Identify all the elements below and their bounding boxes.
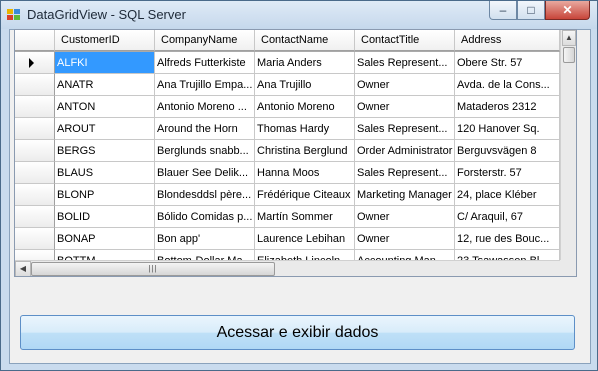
table-row[interactable]: BLAUS Blauer See Delik... Hanna Moos Sales … [15,162,560,184]
window-title: DataGridView - SQL Server [27,7,186,22]
load-data-button[interactable]: Acessar e exibir dados [20,315,575,350]
column-header-address[interactable]: Address [455,30,560,51]
column-header-companyname[interactable]: CompanyName [155,30,255,51]
window-controls: – □ ✕ [489,1,590,20]
cell-customerid[interactable]: BOLID [55,206,155,228]
cell-companyname[interactable]: Blauer See Delik... [155,162,255,184]
cell-contactname[interactable]: Antonio Moreno [255,96,355,118]
row-header[interactable] [15,184,55,206]
column-header-row: CustomerID CompanyName ContactName Conta… [15,30,560,52]
cell-contactname[interactable]: Thomas Hardy [255,118,355,140]
vertical-scroll-thumb[interactable] [563,47,575,63]
row-header[interactable] [15,52,55,74]
cell-contacttitle[interactable]: Sales Represent... [355,162,455,184]
vertical-scrollbar[interactable]: ▲ [560,30,576,262]
column-header-contacttitle[interactable]: ContactTitle [355,30,455,51]
title-bar[interactable]: DataGridView - SQL Server – □ ✕ [1,1,597,29]
cell-address[interactable]: C/ Araquil, 67 [455,206,560,228]
scrollbar-corner [560,260,576,276]
table-row[interactable]: ANTON Antonio Moreno ... Antonio Moreno Own… [15,96,560,118]
table-row[interactable]: BONAP Bon app' Laurence Lebihan Owner 12, ru… [15,228,560,250]
cell-address[interactable]: Forsterstr. 57 [455,162,560,184]
cell-address[interactable]: 24, place Kléber [455,184,560,206]
minimize-button[interactable]: – [489,1,517,20]
cell-companyname[interactable]: Blondesddsl père... [155,184,255,206]
cell-companyname[interactable]: Alfreds Futterkiste [155,52,255,74]
current-row-arrow-icon [29,58,34,68]
cell-companyname[interactable]: Antonio Moreno ... [155,96,255,118]
row-header[interactable] [15,228,55,250]
grid-rows: ALFKI Alfreds Futterkiste Maria Anders Sale… [15,52,560,272]
cell-customerid[interactable]: BERGS [55,140,155,162]
scroll-left-button[interactable]: ◀ [15,261,31,276]
table-row[interactable]: BLONP Blondesddsl père... Frédérique Citea… [15,184,560,206]
cell-customerid[interactable]: AROUT [55,118,155,140]
cell-address[interactable]: Obere Str. 57 [455,52,560,74]
cell-customerid[interactable]: BLAUS [55,162,155,184]
app-icon [7,9,20,20]
cell-contactname[interactable]: Ana Trujillo [255,74,355,96]
row-header[interactable] [15,74,55,96]
maximize-icon: □ [527,3,535,17]
cell-contactname[interactable]: Christina Berglund [255,140,355,162]
close-icon: ✕ [562,3,573,17]
cell-address[interactable]: Berguvsvägen 8 [455,140,560,162]
cell-address[interactable]: 12, rue des Bouc... [455,228,560,250]
cell-contactname[interactable]: Hanna Moos [255,162,355,184]
cell-companyname[interactable]: Ana Trujillo Empa... [155,74,255,96]
cell-contactname[interactable]: Maria Anders [255,52,355,74]
cell-companyname[interactable]: Bon app' [155,228,255,250]
cell-contacttitle[interactable]: Owner [355,96,455,118]
cell-companyname[interactable]: Berglunds snabb... [155,140,255,162]
cell-customerid[interactable]: ANATR [55,74,155,96]
cell-companyname[interactable]: Around the Horn [155,118,255,140]
data-grid[interactable]: CustomerID CompanyName ContactName Conta… [14,29,577,277]
column-header-customerid[interactable]: CustomerID [55,30,155,51]
cell-customerid[interactable]: BLONP [55,184,155,206]
maximize-button[interactable]: □ [517,1,545,20]
cell-address[interactable]: Avda. de la Cons... [455,74,560,96]
header-corner[interactable] [15,30,55,51]
cell-contactname[interactable]: Frédérique Citeaux [255,184,355,206]
scroll-up-button[interactable]: ▲ [562,30,576,46]
row-header[interactable] [15,140,55,162]
cell-address[interactable]: 120 Hanover Sq. [455,118,560,140]
cell-contactname[interactable]: Laurence Lebihan [255,228,355,250]
cell-contacttitle[interactable]: Marketing Manager [355,184,455,206]
table-row[interactable]: AROUT Around the Horn Thomas Hardy Sales Re… [15,118,560,140]
cell-contacttitle[interactable]: Order Administrator [355,140,455,162]
table-row[interactable]: ALFKI Alfreds Futterkiste Maria Anders Sale… [15,52,560,74]
scroll-up-icon: ▲ [565,33,573,42]
table-row[interactable]: BERGS Berglunds snabb... Christina Berglun… [15,140,560,162]
cell-customerid[interactable]: BONAP [55,228,155,250]
cell-contacttitle[interactable]: Sales Represent... [355,52,455,74]
cell-companyname[interactable]: Bólido Comidas p... [155,206,255,228]
scroll-left-icon: ◀ [19,264,27,273]
cell-contacttitle[interactable]: Sales Represent... [355,118,455,140]
row-header[interactable] [15,118,55,140]
column-header-contactname[interactable]: ContactName [255,30,355,51]
row-header[interactable] [15,96,55,118]
cell-contacttitle[interactable]: Owner [355,74,455,96]
table-row[interactable]: ANATR Ana Trujillo Empa... Ana Trujillo Own… [15,74,560,96]
cell-contacttitle[interactable]: Owner [355,206,455,228]
cell-customerid[interactable]: ALFKI [55,52,155,74]
cell-contacttitle[interactable]: Owner [355,228,455,250]
row-header[interactable] [15,162,55,184]
minimize-icon: – [499,3,507,17]
cell-contactname[interactable]: Martín Sommer [255,206,355,228]
row-header[interactable] [15,206,55,228]
cell-address[interactable]: Mataderos 2312 [455,96,560,118]
cell-customerid[interactable]: ANTON [55,96,155,118]
horizontal-scroll-thumb[interactable]: ||| [31,262,275,276]
horizontal-scrollbar[interactable]: ◀ ||| [15,260,560,276]
close-button[interactable]: ✕ [545,1,590,20]
table-row[interactable]: BOLID Bólido Comidas p... Martín Sommer Own… [15,206,560,228]
